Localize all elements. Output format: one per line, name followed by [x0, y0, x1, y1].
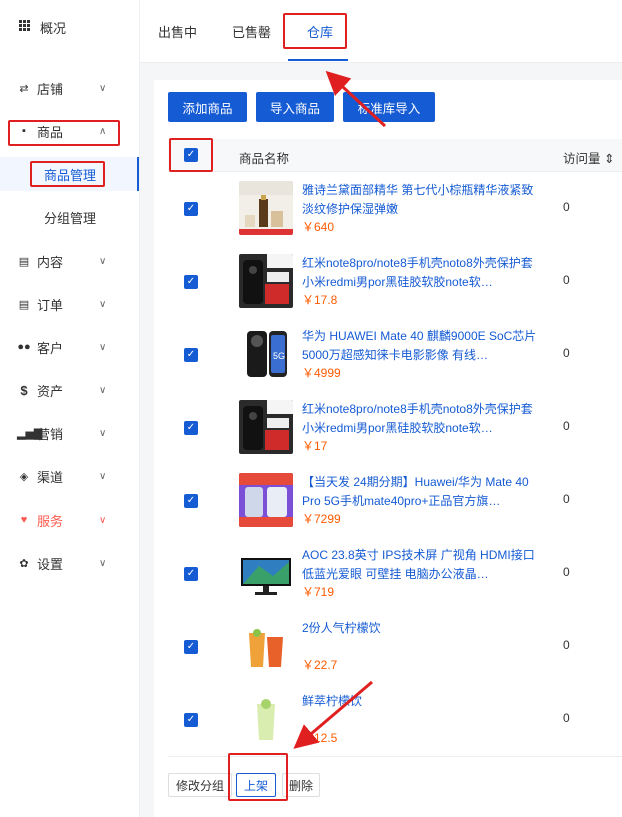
annotation-arrows: [293, 70, 387, 749]
annotation-arrow: [293, 680, 373, 749]
annotation-arrow: [325, 70, 387, 128]
